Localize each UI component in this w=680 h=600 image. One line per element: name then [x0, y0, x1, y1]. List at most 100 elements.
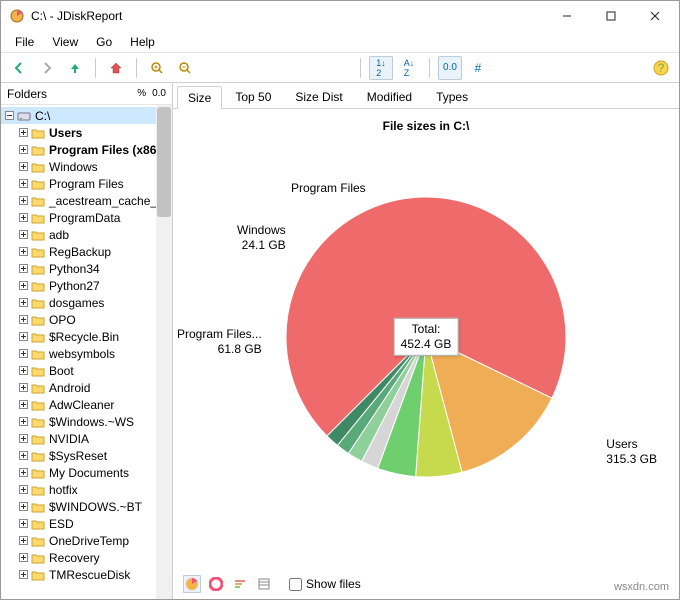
column-percent[interactable]: %: [137, 88, 146, 99]
slice-label-pf: Program Files: [291, 181, 366, 196]
tree-item[interactable]: Recovery: [1, 549, 172, 566]
tree-item[interactable]: Python27: [1, 277, 172, 294]
tree-item-label: _acestream_cache_: [49, 194, 157, 208]
expand-icon[interactable]: [17, 161, 29, 173]
folder-tree-panel: Folders % 0.0 C:\ UsersProgram Files (x8…: [1, 83, 173, 599]
expand-icon[interactable]: [17, 552, 29, 564]
expand-icon[interactable]: [17, 433, 29, 445]
expand-icon[interactable]: [17, 450, 29, 462]
tree-item[interactable]: TMRescueDisk: [1, 566, 172, 583]
tree-item[interactable]: RegBackup: [1, 243, 172, 260]
help-button[interactable]: ?: [649, 56, 673, 80]
menu-help[interactable]: Help: [122, 33, 163, 51]
tree-item[interactable]: websymbols: [1, 345, 172, 362]
expand-icon[interactable]: [17, 195, 29, 207]
expand-icon[interactable]: [17, 246, 29, 258]
show-files-checkbox[interactable]: Show files: [289, 577, 361, 591]
close-button[interactable]: [633, 2, 677, 30]
maximize-button[interactable]: [589, 2, 633, 30]
tree-item[interactable]: Android: [1, 379, 172, 396]
expand-icon[interactable]: [17, 365, 29, 377]
tree-item[interactable]: $WINDOWS.~BT: [1, 498, 172, 515]
expand-icon[interactable]: [17, 331, 29, 343]
expand-icon[interactable]: [17, 535, 29, 547]
expand-icon[interactable]: [17, 416, 29, 428]
tree-item[interactable]: OneDriveTemp: [1, 532, 172, 549]
nav-up-button[interactable]: [63, 56, 87, 80]
tree-item[interactable]: ProgramData: [1, 209, 172, 226]
expand-icon[interactable]: [17, 280, 29, 292]
view-bar-button[interactable]: [231, 575, 249, 593]
tree-item[interactable]: adb: [1, 226, 172, 243]
expand-icon[interactable]: [17, 297, 29, 309]
folder-tree[interactable]: C:\ UsersProgram Files (x86)WindowsProgr…: [1, 105, 172, 599]
tree-item[interactable]: Program Files: [1, 175, 172, 192]
tree-item[interactable]: dosgames: [1, 294, 172, 311]
tree-item[interactable]: $Recycle.Bin: [1, 328, 172, 345]
tree-item[interactable]: hotfix: [1, 481, 172, 498]
zoom-out-button[interactable]: [173, 56, 197, 80]
tree-item[interactable]: Python34: [1, 260, 172, 277]
expand-icon[interactable]: [17, 314, 29, 326]
expand-icon[interactable]: [17, 263, 29, 275]
sort-by-name-button[interactable]: A↓Z: [397, 56, 421, 80]
tree-scrollbar-thumb[interactable]: [157, 107, 171, 217]
expand-icon[interactable]: [17, 484, 29, 496]
tab-modified[interactable]: Modified: [356, 85, 423, 108]
tree-item[interactable]: Boot: [1, 362, 172, 379]
tree-item[interactable]: $Windows.~WS: [1, 413, 172, 430]
tree-item[interactable]: My Documents: [1, 464, 172, 481]
format-size-button[interactable]: 0.0: [438, 56, 462, 80]
tooltip-value: 452.4 GB: [401, 337, 452, 351]
view-ring-button[interactable]: [207, 575, 225, 593]
column-size[interactable]: 0.0: [152, 88, 166, 99]
tree-item[interactable]: Program Files (x86): [1, 141, 172, 158]
expand-icon[interactable]: [17, 569, 29, 581]
tree-item[interactable]: NVIDIA: [1, 430, 172, 447]
tree-item-label: My Documents: [49, 466, 129, 480]
expand-icon[interactable]: [17, 399, 29, 411]
tree-scrollbar[interactable]: [156, 105, 172, 599]
folder-icon: [31, 127, 45, 139]
folder-icon: [31, 450, 45, 462]
expand-icon[interactable]: [17, 467, 29, 479]
format-count-button[interactable]: #: [466, 56, 490, 80]
expand-icon[interactable]: [17, 212, 29, 224]
tab-size[interactable]: Size: [177, 86, 222, 109]
tree-root[interactable]: C:\: [1, 107, 172, 124]
nav-forward-button[interactable]: [35, 56, 59, 80]
expand-icon[interactable]: [17, 229, 29, 241]
expand-icon[interactable]: [17, 348, 29, 360]
tab-top-50[interactable]: Top 50: [224, 85, 282, 108]
tree-item[interactable]: AdwCleaner: [1, 396, 172, 413]
expand-icon[interactable]: [17, 382, 29, 394]
pie-chart[interactable]: Total: 452.4 GB Users315.3 GB Program Fi…: [173, 137, 679, 537]
expand-icon[interactable]: [17, 501, 29, 513]
tree-item-label: OneDriveTemp: [49, 534, 129, 548]
zoom-in-button[interactable]: [145, 56, 169, 80]
tree-item[interactable]: $SysReset: [1, 447, 172, 464]
sort-by-size-button[interactable]: 1↓2: [369, 56, 393, 80]
tree-item[interactable]: _acestream_cache_: [1, 192, 172, 209]
expand-icon[interactable]: [17, 127, 29, 139]
tree-item[interactable]: Windows: [1, 158, 172, 175]
tree-item-label: $Recycle.Bin: [49, 330, 119, 344]
menu-file[interactable]: File: [7, 33, 42, 51]
expand-icon[interactable]: [17, 178, 29, 190]
show-files-input[interactable]: [289, 578, 302, 591]
menu-go[interactable]: Go: [88, 33, 120, 51]
home-button[interactable]: [104, 56, 128, 80]
minimize-button[interactable]: [545, 2, 589, 30]
menu-view[interactable]: View: [44, 33, 86, 51]
expand-icon[interactable]: [17, 144, 29, 156]
nav-back-button[interactable]: [7, 56, 31, 80]
view-pie-button[interactable]: [183, 575, 201, 593]
tab-size-dist[interactable]: Size Dist: [284, 85, 353, 108]
expand-icon[interactable]: [17, 518, 29, 530]
tree-item[interactable]: ESD: [1, 515, 172, 532]
tree-item[interactable]: Users: [1, 124, 172, 141]
tree-item[interactable]: OPO: [1, 311, 172, 328]
tab-types[interactable]: Types: [425, 85, 479, 108]
view-table-button[interactable]: [255, 575, 273, 593]
collapse-icon[interactable]: [3, 110, 15, 122]
